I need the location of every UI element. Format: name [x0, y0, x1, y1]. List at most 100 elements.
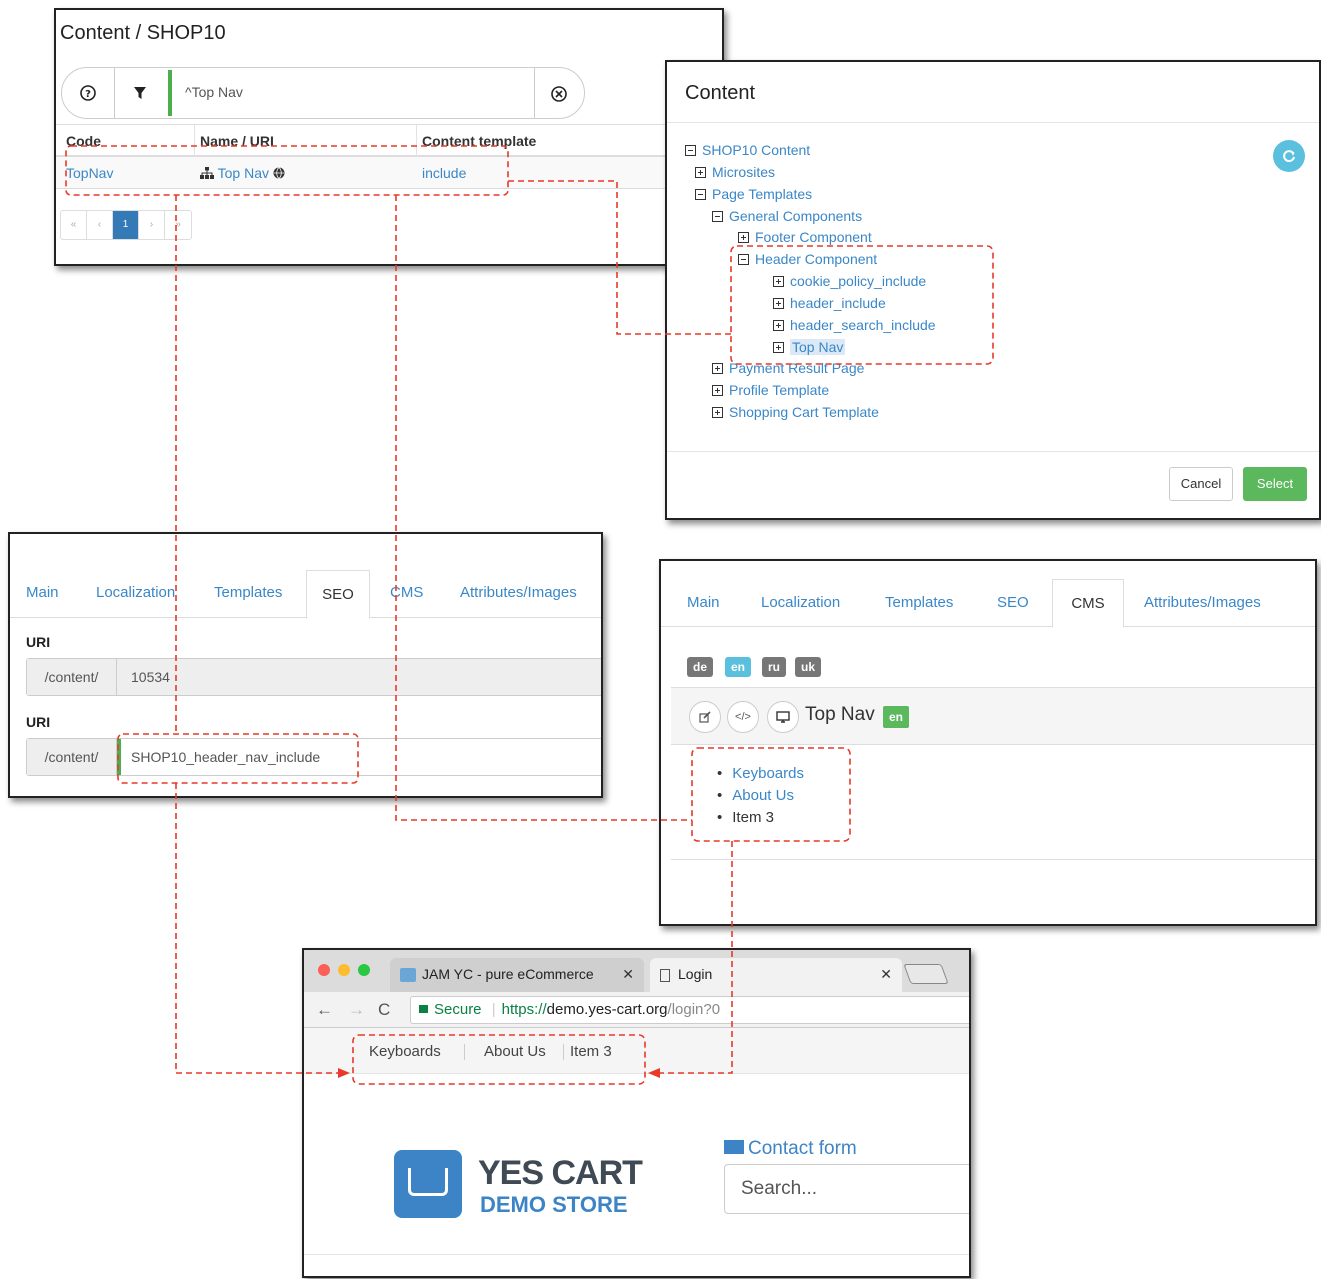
tree-node-header-search-include[interactable]: header_search_include [773, 317, 936, 333]
minimize-window-icon[interactable] [338, 964, 350, 976]
contact-form-link[interactable]: Contact form [724, 1138, 857, 1160]
tab-localization[interactable]: Localization [761, 594, 840, 611]
tab-localization[interactable]: Localization [96, 584, 175, 601]
store-top-nav: Keyboards About Us Item 3 [304, 1028, 969, 1074]
uri-prefix: /content/ [27, 739, 117, 775]
tree-node-page-templates[interactable]: Page Templates [695, 186, 812, 202]
tab-templates[interactable]: Templates [214, 584, 282, 601]
expand-icon[interactable] [712, 363, 723, 374]
tab-seo[interactable]: SEO [997, 594, 1029, 611]
list-item[interactable]: Keyboards [717, 765, 804, 782]
tab-main[interactable]: Main [26, 584, 59, 601]
nav-link-keyboards[interactable]: Keyboards [369, 1043, 441, 1060]
uri-readonly-field: /content/ 10534 [26, 658, 601, 696]
pager-last[interactable]: » [165, 211, 191, 239]
page-icon [660, 968, 670, 982]
forward-arrow-icon[interactable]: → [348, 1000, 365, 1020]
search-input[interactable]: Search... [724, 1164, 969, 1214]
expand-icon[interactable] [695, 167, 706, 178]
tab-cms[interactable]: CMS [390, 584, 423, 601]
browser-tab[interactable]: JAM YC - pure eCommerce ✕ [390, 958, 644, 992]
tree-node-profile-template[interactable]: Profile Template [712, 382, 829, 398]
tree-node-root[interactable]: SHOP10 Content [685, 142, 810, 158]
tree-node-footer-component[interactable]: Footer Component [738, 229, 872, 245]
tree-node-cookie-policy[interactable]: cookie_policy_include [773, 273, 926, 289]
tab-main[interactable]: Main [687, 594, 720, 611]
expand-icon[interactable] [738, 232, 749, 243]
expand-icon[interactable] [773, 342, 784, 353]
uri-input-field[interactable]: /content/ SHOP10_header_nav_include [26, 738, 601, 776]
pager-first[interactable]: « [61, 211, 87, 239]
lang-uk-button[interactable]: uk [795, 657, 822, 677]
tab-attributes-images[interactable]: Attributes/Images [460, 584, 577, 601]
expand-icon[interactable] [773, 298, 784, 309]
collapse-icon[interactable] [738, 254, 749, 265]
nav-link-about-us[interactable]: About Us [484, 1043, 546, 1060]
list-item[interactable]: About Us [717, 787, 804, 804]
tree-node-header-component[interactable]: Header Component [738, 251, 877, 267]
uri-prefix: /content/ [27, 659, 117, 695]
lang-en-button[interactable]: en [725, 657, 752, 677]
row-code[interactable]: TopNav [66, 165, 113, 181]
back-arrow-icon[interactable]: ← [316, 1000, 333, 1020]
filter-icon[interactable] [114, 68, 166, 118]
expand-icon[interactable] [773, 320, 784, 331]
clear-filter-icon[interactable] [534, 68, 584, 118]
tree-node-shopping-cart[interactable]: Shopping Cart Template [712, 404, 879, 420]
expand-icon[interactable] [712, 407, 723, 418]
tab-attributes-images[interactable]: Attributes/Images [1144, 594, 1261, 611]
site-favicon-icon [400, 968, 416, 983]
column-header-template[interactable]: Content template [422, 133, 536, 149]
url-input[interactable]: Secure | https://demo.yes-cart.org/login?… [410, 996, 969, 1024]
tab-templates[interactable]: Templates [885, 594, 953, 611]
tab-cms[interactable]: CMS [1052, 579, 1124, 628]
browser-tab-active[interactable]: Login ✕ [650, 958, 902, 992]
cancel-button[interactable]: Cancel [1169, 467, 1233, 501]
uri-input[interactable]: SHOP10_header_nav_include [131, 749, 320, 765]
pager-prev[interactable]: ‹ [87, 211, 113, 239]
help-icon[interactable]: ? [62, 68, 114, 118]
close-tab-icon[interactable]: ✕ [622, 966, 634, 983]
collapse-icon[interactable] [685, 145, 696, 156]
column-header-name[interactable]: Name / URI [200, 133, 274, 149]
logo-text[interactable]: YES CART [478, 1154, 643, 1193]
reload-icon[interactable]: C [378, 1000, 390, 1020]
filter-input[interactable]: ^Top Nav [185, 84, 243, 100]
refresh-icon[interactable] [1273, 140, 1305, 172]
uri-label: URI [26, 714, 51, 730]
tab-seo[interactable]: SEO [306, 570, 370, 619]
tree-node-header-include[interactable]: header_include [773, 295, 886, 311]
tree-node-microsites[interactable]: Microsites [695, 164, 775, 180]
close-tab-icon[interactable]: ✕ [880, 966, 892, 983]
lang-ru-button[interactable]: ru [762, 657, 786, 677]
expand-icon[interactable] [773, 276, 784, 287]
expand-icon[interactable] [712, 385, 723, 396]
preview-monitor-icon[interactable] [767, 701, 799, 733]
tree-node-payment-result[interactable]: Payment Result Page [712, 360, 864, 376]
select-button[interactable]: Select [1243, 467, 1307, 501]
tree-node-general-components[interactable]: General Components [712, 208, 862, 224]
new-tab-button[interactable] [903, 964, 949, 984]
zoom-window-icon[interactable] [358, 964, 370, 976]
content-tree-dialog: Content SHOP10 Content Microsites Page T… [665, 60, 1321, 520]
row-template[interactable]: include [422, 165, 466, 181]
sitemap-icon [200, 167, 214, 179]
dialog-title: Content [685, 82, 756, 104]
table-row[interactable]: TopNav Top Nav include [56, 157, 722, 189]
row-name[interactable]: Top Nav [200, 165, 285, 181]
pager-next[interactable]: › [139, 211, 165, 239]
edit-icon[interactable] [689, 701, 721, 733]
store-logo-icon[interactable] [394, 1150, 462, 1218]
browser-window: JAM YC - pure eCommerce ✕ Login ✕ ← → C … [302, 948, 971, 1278]
logo-subtext[interactable]: DEMO STORE [480, 1192, 628, 1218]
collapse-icon[interactable] [695, 189, 706, 200]
seo-panel: Main Localization Templates SEO CMS Attr… [8, 532, 603, 798]
code-icon[interactable]: </> [727, 701, 759, 733]
tree-node-top-nav[interactable]: Top Nav [773, 339, 846, 355]
column-header-code[interactable]: Code [66, 133, 101, 149]
collapse-icon[interactable] [712, 211, 723, 222]
pager-page-1[interactable]: 1 [113, 211, 139, 239]
nav-link-item-3[interactable]: Item 3 [570, 1043, 612, 1060]
lang-de-button[interactable]: de [687, 657, 714, 677]
close-window-icon[interactable] [318, 964, 330, 976]
